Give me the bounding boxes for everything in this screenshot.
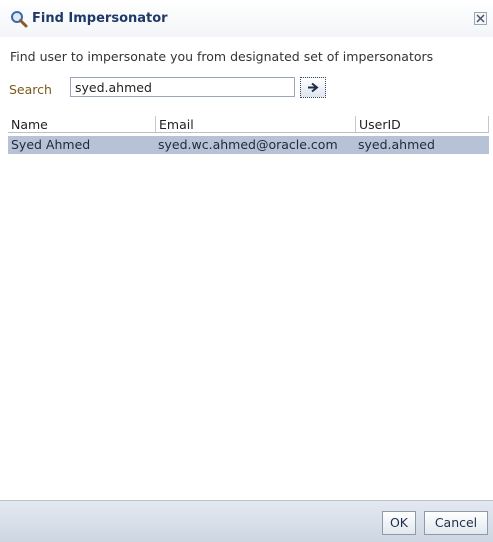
cancel-button[interactable]: Cancel: [424, 511, 488, 535]
column-header-name[interactable]: Name: [8, 116, 155, 133]
magnifier-icon: [10, 10, 28, 28]
search-label: Search: [9, 82, 52, 97]
cell-name: Syed Ahmed: [11, 137, 91, 152]
arrow-right-icon: [308, 82, 319, 93]
close-icon: [476, 14, 485, 23]
cell-email: syed.wc.ahmed@oracle.com: [158, 137, 338, 152]
table-header: Name Email UserID: [8, 116, 489, 133]
search-input[interactable]: [70, 77, 295, 97]
dialog-title: Find Impersonator: [32, 11, 168, 26]
dialog-description: Find user to impersonate you from design…: [10, 49, 434, 64]
column-header-email[interactable]: Email: [155, 116, 355, 133]
cell-userid: syed.ahmed: [358, 137, 435, 152]
ok-button[interactable]: OK: [382, 511, 416, 535]
search-go-button[interactable]: [300, 77, 326, 98]
dialog-footer: OK Cancel: [0, 500, 493, 542]
results-table: Name Email UserID Syed Ahmed syed.wc.ahm…: [8, 116, 489, 501]
close-button[interactable]: [474, 12, 487, 25]
table-row[interactable]: Syed Ahmed syed.wc.ahmed@oracle.com syed…: [8, 136, 489, 154]
find-impersonator-dialog: Find Impersonator Find user to impersona…: [0, 0, 493, 542]
dialog-titlebar: Find Impersonator: [0, 0, 493, 37]
column-header-userid[interactable]: UserID: [355, 116, 489, 133]
